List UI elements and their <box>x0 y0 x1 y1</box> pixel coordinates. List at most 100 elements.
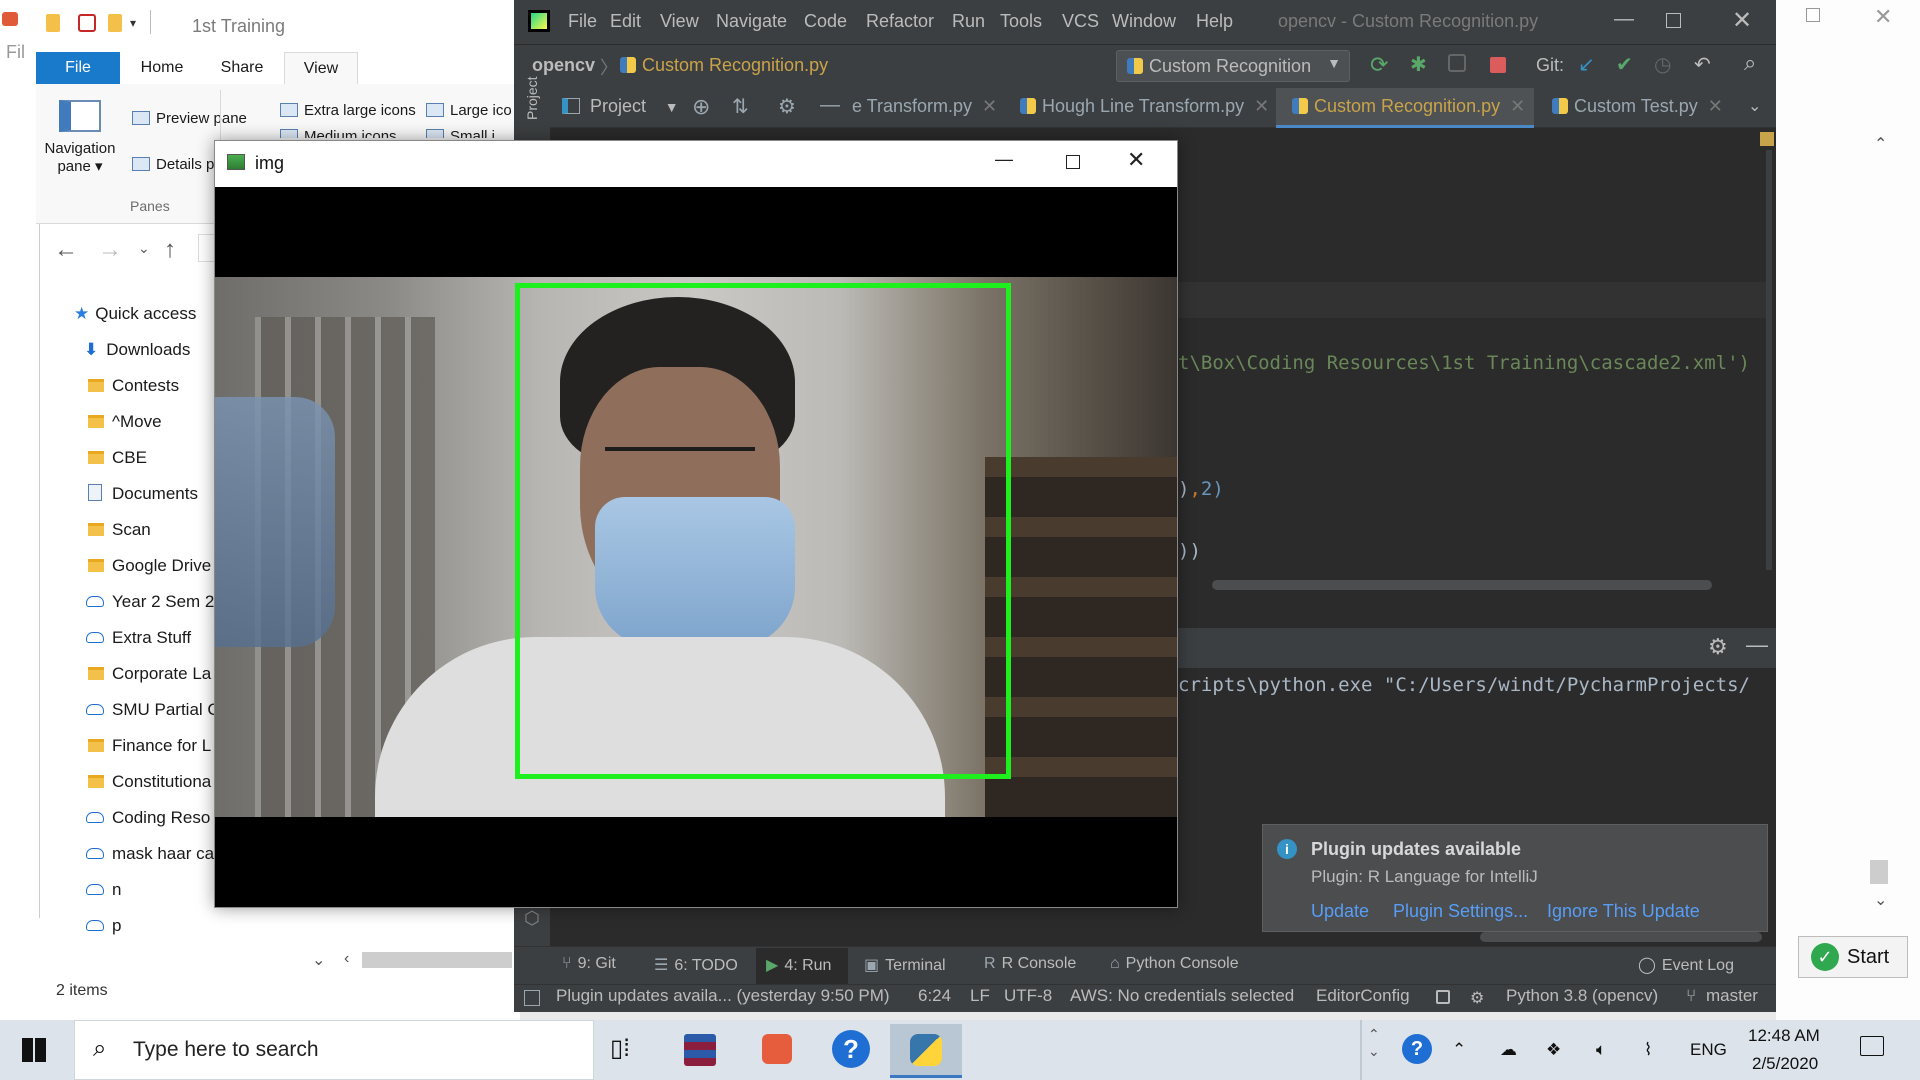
menu-tools[interactable]: Tools <box>1000 11 1042 32</box>
git-commit-icon[interactable]: ✔ <box>1616 52 1633 77</box>
windows-start-icon[interactable] <box>22 1038 46 1062</box>
menu-navigate[interactable]: Navigate <box>716 11 787 32</box>
menu-file[interactable]: File <box>568 11 597 32</box>
back-arrow-icon[interactable]: ← <box>54 236 78 264</box>
project-panel-header[interactable]: Project ▼ <box>562 96 679 117</box>
menu-help[interactable]: Help <box>1196 11 1233 32</box>
breadcrumb-file[interactable]: Custom Recognition.py <box>620 55 828 76</box>
update-link[interactable]: Update <box>1311 901 1369 922</box>
menu-vcs[interactable]: VCS <box>1062 11 1099 32</box>
status-line-separator[interactable]: LF <box>970 986 990 1006</box>
bg-close-icon[interactable]: ✕ <box>1874 4 1892 30</box>
large-icons-option[interactable]: Large ico <box>426 100 512 120</box>
minimize-icon[interactable]: — <box>1614 8 1634 31</box>
clock-time[interactable]: 12:48 AM <box>1748 1026 1820 1046</box>
tray-chevron-icon[interactable]: ⌃ <box>1452 1040 1466 1060</box>
explorer-title-bar[interactable]: ▾ 1st Training <box>0 0 520 52</box>
menu-code[interactable]: Code <box>804 11 847 32</box>
status-encoding[interactable]: UTF-8 <box>1004 986 1052 1006</box>
git-rollback-icon[interactable]: ↶ <box>1694 52 1711 77</box>
img-minimize-icon[interactable]: — <box>995 149 1013 170</box>
plugin-settings-link[interactable]: Plugin Settings... <box>1393 901 1528 922</box>
menu-run[interactable]: Run <box>952 11 985 32</box>
run-output-scrollbar[interactable] <box>1480 932 1762 942</box>
git-history-icon[interactable]: ◷ <box>1654 52 1671 77</box>
close-tab-icon[interactable]: ✕ <box>1708 96 1723 116</box>
menu-view[interactable]: View <box>660 11 699 32</box>
bg-restore-icon[interactable] <box>1806 8 1820 22</box>
locate-icon[interactable]: ⊕ <box>692 94 710 120</box>
preview-pane-button[interactable]: Preview pane <box>132 108 247 128</box>
status-git-branch[interactable]: master <box>1706 986 1758 1006</box>
tab-custom-test[interactable]: Custom Test.py ✕ <box>1552 96 1723 117</box>
editor-horizontal-scrollbar[interactable] <box>1212 580 1712 590</box>
bg-scroll-down-icon[interactable]: ⌄ <box>1874 890 1887 910</box>
project-strip-label[interactable]: Project <box>524 60 544 120</box>
run-hide-icon[interactable]: — <box>1746 632 1768 658</box>
tab-custom-recognition[interactable]: Custom Recognition.py ✕ <box>1292 96 1525 117</box>
task-view-icon[interactable]: ▯⁞ <box>610 1034 630 1063</box>
rerun-icon[interactable]: ⟳ <box>1370 52 1388 78</box>
img-maximize-icon[interactable] <box>1066 155 1080 169</box>
taskbar-app-2[interactable] <box>740 1024 812 1078</box>
close-tab-icon[interactable]: ✕ <box>982 96 997 116</box>
sidebar-item-p[interactable]: p <box>86 908 286 944</box>
hide-panel-icon[interactable]: — <box>820 94 840 117</box>
status-message[interactable]: Plugin updates availa... (yesterday 9:50… <box>556 986 890 1006</box>
menu-window[interactable]: Window <box>1112 11 1176 32</box>
bg-scroll-up-icon[interactable]: ⌃ <box>1874 134 1887 154</box>
folder-icon[interactable] <box>46 14 60 32</box>
status-editorconfig[interactable]: EditorConfig <box>1316 986 1410 1006</box>
network-icon[interactable]: ⌇ <box>1644 1040 1652 1060</box>
recent-locations-chevron-icon[interactable]: ⌄ <box>138 240 150 257</box>
taskbar-help[interactable]: ? <box>814 1024 886 1078</box>
dropbox-icon[interactable]: ❖ <box>1546 1040 1561 1060</box>
share-ribbon-tab[interactable]: Share <box>204 52 280 84</box>
forward-arrow-icon[interactable]: → <box>98 236 122 264</box>
search-everywhere-icon[interactable]: ⌕ <box>1744 50 1756 76</box>
ignore-update-link[interactable]: Ignore This Update <box>1547 901 1700 922</box>
close-tab-icon[interactable]: ✕ <box>1510 96 1525 116</box>
medium-icons-option[interactable]: Medium icons <box>280 126 397 138</box>
img-close-icon[interactable]: ✕ <box>1127 147 1145 173</box>
project-structure-icon[interactable]: ⬡ <box>524 908 540 929</box>
menu-edit[interactable]: Edit <box>610 11 641 32</box>
navigation-pane-button[interactable]: Navigation pane ▾ <box>40 96 120 192</box>
lock-icon[interactable] <box>1436 990 1450 1004</box>
menu-refactor[interactable]: Refactor <box>866 11 934 32</box>
volume-icon[interactable]: 🔈︎ <box>1596 1040 1606 1060</box>
home-ribbon-tab[interactable]: Home <box>124 52 200 84</box>
tab-hough-line-transform[interactable]: Hough Line Transform.py ✕ <box>1020 96 1269 117</box>
extra-large-icons-option[interactable]: Extra large icons <box>280 100 416 120</box>
properties-icon[interactable] <box>78 14 96 32</box>
event-log-button[interactable]: ◯ Event Log <box>1638 955 1734 975</box>
tool-window-r-console[interactable]: RR Console <box>984 955 1076 973</box>
taskbar-python[interactable] <box>890 1024 962 1078</box>
clock-date[interactable]: 2/5/2020 <box>1752 1054 1818 1074</box>
stop-icon[interactable] <box>1490 57 1506 73</box>
notification-center-icon[interactable] <box>1860 1036 1884 1056</box>
sidebar-scroll-down-icon[interactable]: ⌄ <box>312 950 325 970</box>
quick-access-dropdown-icon[interactable]: ▾ <box>130 16 136 30</box>
run-config-dropdown[interactable]: Custom Recognition ▼ <box>1116 50 1350 82</box>
status-caret-position[interactable]: 6:24 <box>918 986 951 1006</box>
language-indicator[interactable]: ENG <box>1690 1040 1727 1060</box>
horizontal-scroll-left-icon[interactable]: ‹ <box>344 950 349 968</box>
maximize-icon[interactable] <box>1666 13 1681 28</box>
tab-list-chevron-icon[interactable]: ⌄ <box>1748 96 1761 116</box>
view-ribbon-tab[interactable]: View <box>284 52 358 84</box>
coverage-icon[interactable] <box>1448 54 1466 72</box>
start-button[interactable]: ✓ Start <box>1798 936 1908 978</box>
small-icons-option[interactable]: Small i <box>426 126 495 138</box>
bg-scrollbar-thumb[interactable] <box>1870 860 1888 884</box>
details-pane-button[interactable]: Details p <box>132 154 214 174</box>
git-update-icon[interactable]: ↙ <box>1578 52 1595 77</box>
close-tab-icon[interactable]: ✕ <box>1254 96 1269 116</box>
tray-help-icon[interactable]: ? <box>1402 1034 1432 1064</box>
onedrive-cloud-icon[interactable]: ☁ <box>1500 1040 1517 1060</box>
status-aws[interactable]: AWS: No credentials selected <box>1070 986 1294 1006</box>
status-interpreter[interactable]: Python 3.8 (opencv) <box>1506 986 1658 1006</box>
tool-window-terminal[interactable]: ▣ Terminal <box>864 955 946 975</box>
tool-window-todo[interactable]: ☰ 6: TODO <box>654 955 738 975</box>
collapse-all-icon[interactable]: ⇅ <box>732 94 749 119</box>
